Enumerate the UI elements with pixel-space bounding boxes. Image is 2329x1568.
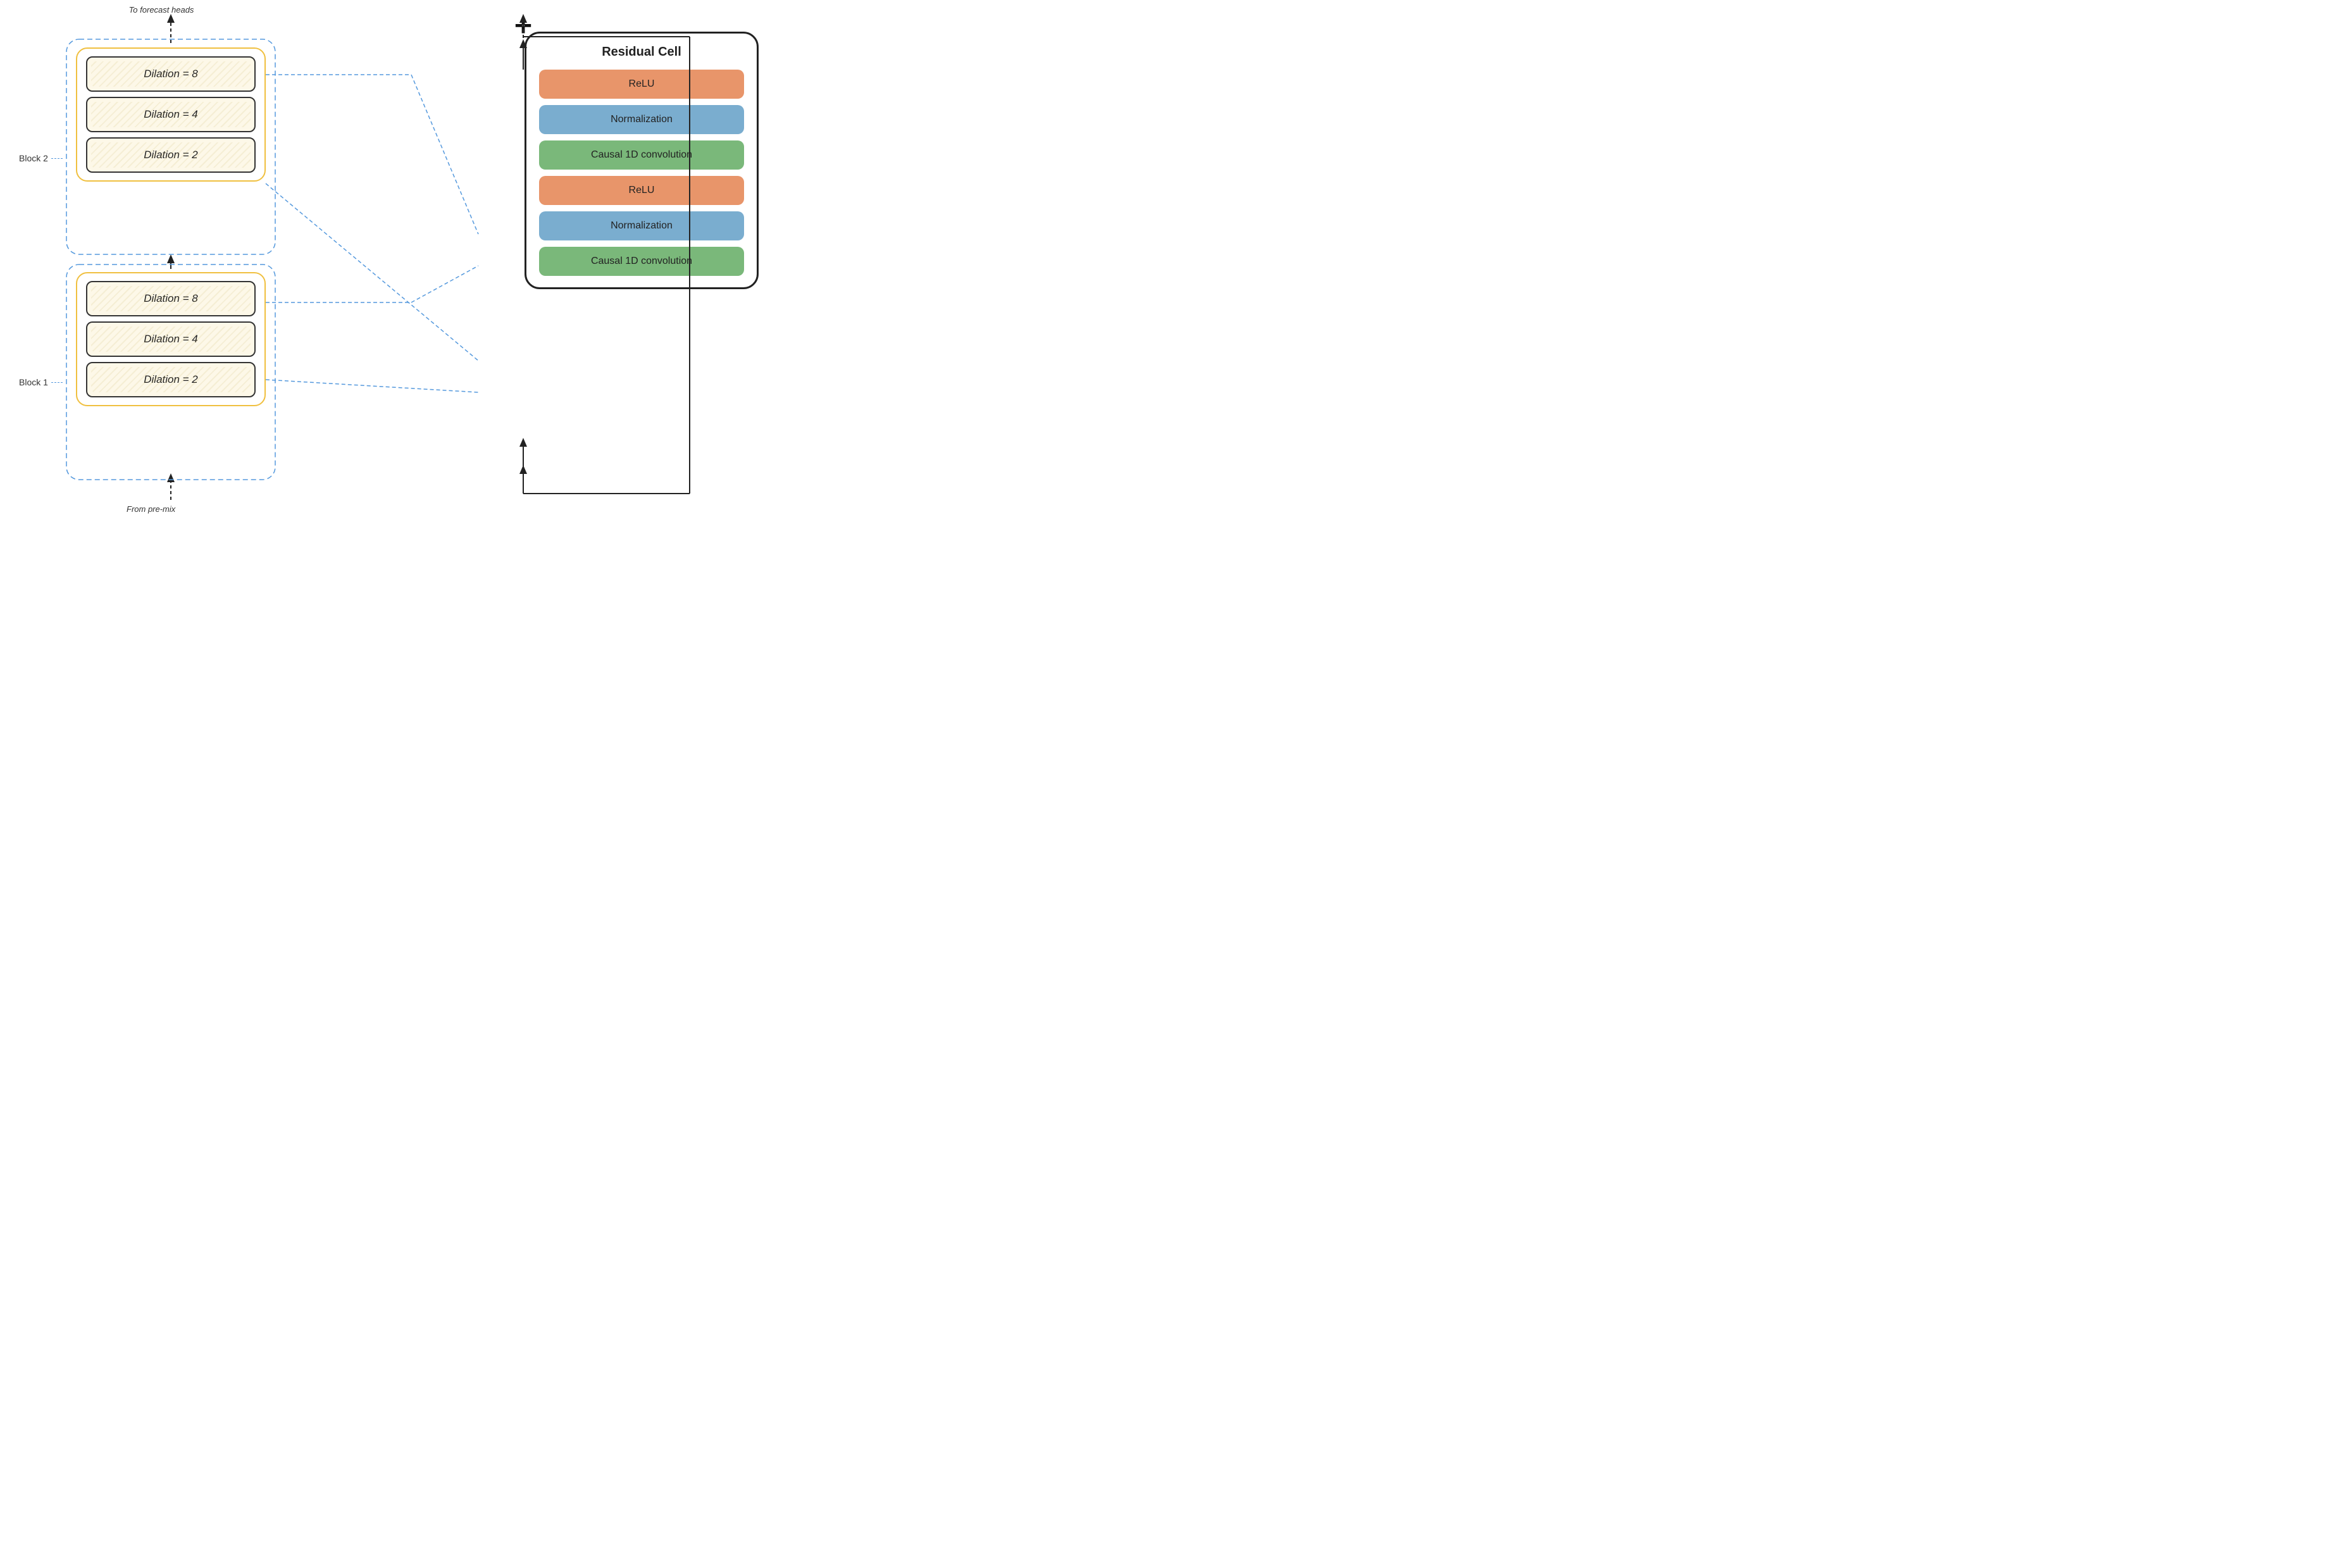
block1-dilation8: Dilation = 8 <box>86 281 256 316</box>
residual-title: Residual Cell <box>539 45 744 59</box>
block2-dilation2: Dilation = 2 <box>86 137 256 173</box>
res-relu1: ReLU <box>539 70 744 99</box>
diagram-container: To forecast heads Dilation = 8 Dilation … <box>0 0 776 523</box>
block2-dilation4: Dilation = 4 <box>86 97 256 132</box>
block2-label: Block 2 <box>19 153 63 163</box>
res-conv2: Causal 1D convolution <box>539 247 744 276</box>
premix-label: From pre-mix <box>127 504 175 514</box>
block1-box: Dilation = 8 Dilation = 4 Dilation = 2 <box>76 272 266 406</box>
res-relu2: ReLU <box>539 176 744 205</box>
block2-dilation8: Dilation = 8 <box>86 56 256 92</box>
block1-dilation4: Dilation = 4 <box>86 321 256 357</box>
block1-dilation2: Dilation = 2 <box>86 362 256 397</box>
block1-label: Block 1 <box>19 377 63 387</box>
forecast-label: To forecast heads <box>120 5 202 15</box>
res-norm2: Normalization <box>539 211 744 240</box>
residual-box: Residual Cell ReLU Normalization Causal … <box>525 32 759 289</box>
residual-section: Residual Cell ReLU Normalization Causal … <box>525 32 759 289</box>
res-norm1: Normalization <box>539 105 744 134</box>
res-conv1: Causal 1D convolution <box>539 140 744 170</box>
block2-box: Dilation = 8 Dilation = 4 Dilation = 2 <box>76 47 266 182</box>
